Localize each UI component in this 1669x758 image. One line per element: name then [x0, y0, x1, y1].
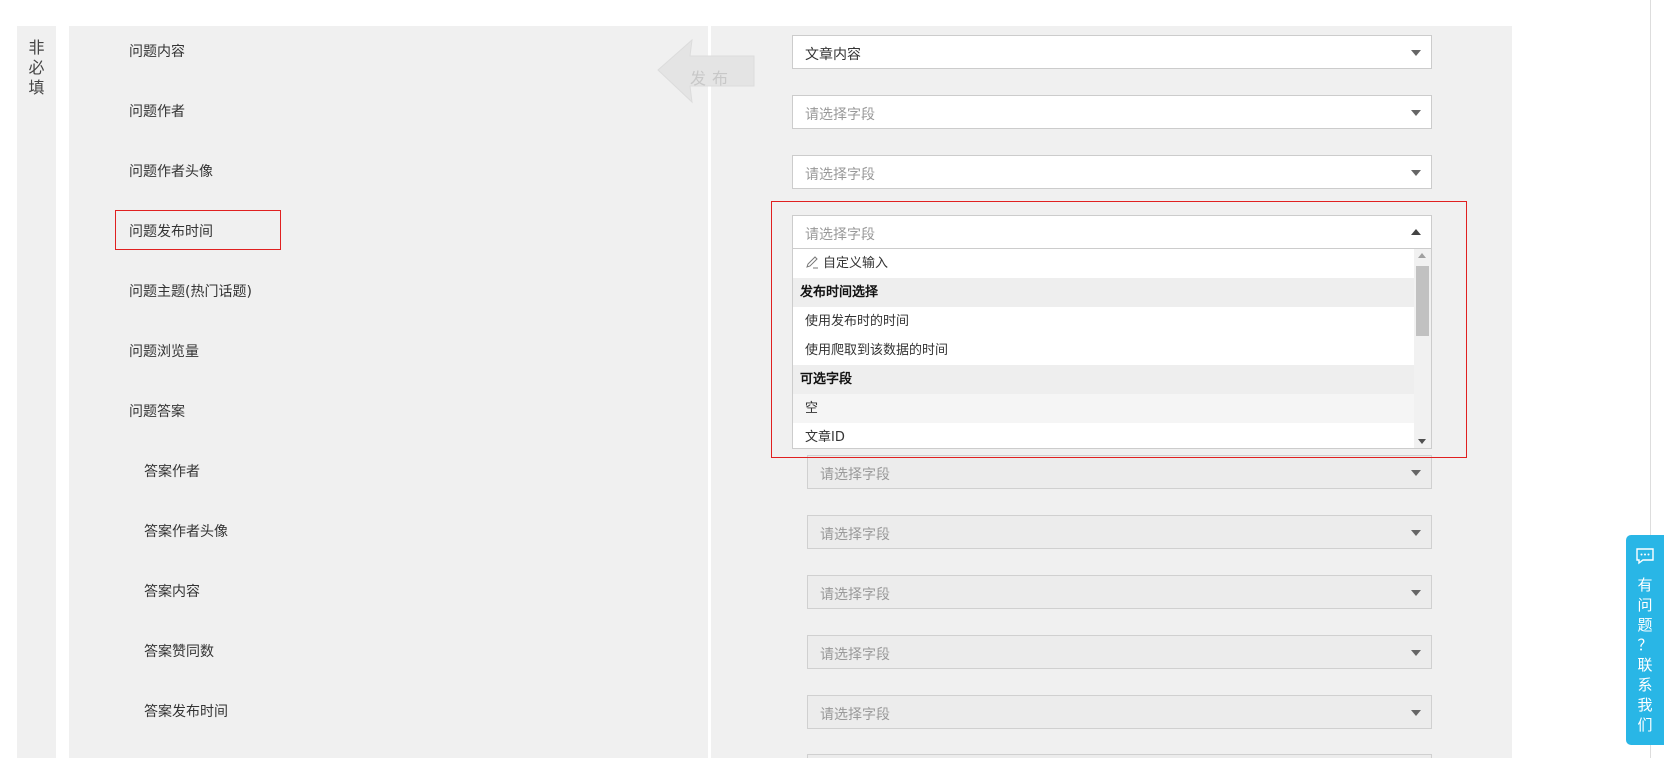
contact-us-button[interactable]: 有 问 题 ？ 联 系 我 们 [1626, 535, 1664, 745]
select-placeholder: 请选择字段 [820, 587, 890, 603]
select-question-content[interactable]: 文章内容 [792, 35, 1432, 69]
field-label-question-topic: 问题主题(热门话题) [129, 284, 252, 300]
select-placeholder: 请选择字段 [820, 527, 890, 543]
select-answer-author-avatar[interactable]: 请选择字段 [807, 515, 1432, 549]
chevron-down-icon [1411, 530, 1421, 536]
field-label-answer-author: 答案作者 [144, 464, 200, 480]
select-next-field[interactable] [807, 754, 1432, 758]
option-group-publish-time: 发布时间选择 [793, 278, 1415, 307]
field-label-question-author: 问题作者 [129, 104, 185, 120]
panel-divider [708, 26, 711, 758]
field-label-question-author-avatar: 问题作者头像 [129, 164, 213, 180]
dropdown-options: 自定义输入 发布时间选择 使用发布时的时间 使用爬取到该数据的时间 可选字段 空… [793, 249, 1415, 448]
field-label-answer-content: 答案内容 [144, 584, 200, 600]
field-label-answer-publish-time: 答案发布时间 [144, 704, 228, 720]
select-answer-publish-time[interactable]: 请选择字段 [807, 695, 1432, 729]
select-placeholder: 请选择字段 [820, 707, 890, 723]
select-placeholder: 请选择字段 [805, 107, 875, 123]
chevron-down-icon [1411, 650, 1421, 656]
field-label-question-content: 问题内容 [129, 44, 185, 60]
chevron-down-icon [1411, 110, 1421, 116]
publish-time-label-highlight [115, 210, 281, 250]
chevron-down-icon [1411, 50, 1421, 56]
scroll-up-icon[interactable] [1418, 253, 1426, 258]
contact-us-label: 有 问 题 ？ 联 系 我 们 [1637, 576, 1653, 734]
option-article-id[interactable]: 文章ID [793, 423, 1415, 448]
scroll-down-icon[interactable] [1418, 439, 1426, 444]
option-use-publish-time[interactable]: 使用发布时的时间 [793, 307, 1415, 336]
select-answer-author[interactable]: 请选择字段 [807, 455, 1432, 489]
scrollbar-thumb[interactable] [1416, 266, 1429, 336]
dropdown-scrollbar[interactable] [1414, 249, 1431, 448]
pencil-icon [806, 256, 818, 269]
optional-section-column: 非 必 填 [17, 26, 56, 758]
select-answer-content[interactable]: 请选择字段 [807, 575, 1432, 609]
select-placeholder: 请选择字段 [805, 167, 875, 183]
option-group-fields: 可选字段 [793, 365, 1415, 394]
chevron-down-icon [1411, 590, 1421, 596]
page: 非 必 填 发布 问题内容 问题作者 问题作者头像 问题发布时间 问题主题(热门… [0, 0, 1669, 758]
publish-time-dropdown: 自定义输入 发布时间选择 使用发布时的时间 使用爬取到该数据的时间 可选字段 空… [792, 248, 1432, 449]
select-answer-upvotes[interactable]: 请选择字段 [807, 635, 1432, 669]
option-custom-input[interactable]: 自定义输入 [793, 249, 1415, 278]
option-use-crawl-time[interactable]: 使用爬取到该数据的时间 [793, 336, 1415, 365]
field-label-answer-author-avatar: 答案作者头像 [144, 524, 228, 540]
option-label: 自定义输入 [823, 256, 889, 271]
select-placeholder: 请选择字段 [820, 647, 890, 663]
field-label-answer-upvotes: 答案赞同数 [144, 644, 214, 660]
option-empty[interactable]: 空 [793, 394, 1415, 423]
chat-bubble-icon [1636, 548, 1654, 565]
select-placeholder: 请选择字段 [820, 467, 890, 483]
select-question-author-avatar[interactable]: 请选择字段 [792, 155, 1432, 189]
field-label-question-answer: 问题答案 [129, 404, 185, 420]
select-value: 文章内容 [805, 47, 861, 63]
chevron-down-icon [1411, 710, 1421, 716]
optional-section-label: 非 必 填 [28, 38, 45, 97]
select-question-author[interactable]: 请选择字段 [792, 95, 1432, 129]
chevron-down-icon [1411, 170, 1421, 176]
field-label-question-views: 问题浏览量 [129, 344, 199, 360]
chevron-down-icon [1411, 470, 1421, 476]
publish-watermark-text: 发布 [690, 69, 735, 88]
